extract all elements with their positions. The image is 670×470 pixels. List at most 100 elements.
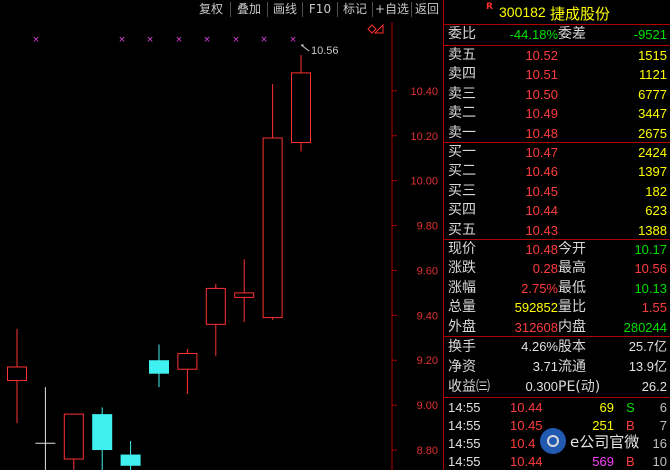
toolbar-draw-line-button[interactable]: 画线 [268, 0, 302, 19]
ask-label: 卖五 [448, 47, 476, 63]
ask-volume: 2675 [638, 125, 667, 141]
candle[interactable] [262, 84, 283, 320]
fundamental-value: 0.300 [525, 379, 558, 394]
quote-label: 今开 [558, 241, 586, 257]
event-marker-icon[interactable]: × [146, 35, 154, 45]
diamond-marker-icon[interactable] [367, 24, 377, 34]
candle[interactable] [234, 259, 255, 323]
y-tick-label: 10.20 [410, 131, 438, 143]
kline-svg[interactable]: 10.40 10.20 10.00 9.80 9.60 9.40 9.20 9.00 8.80 1… [0, 0, 443, 470]
y-tick-label: 9.80 [417, 221, 438, 233]
tick-count: 7 [659, 418, 667, 433]
candle[interactable] [177, 349, 198, 394]
bid-row[interactable]: 买四 10.44 623 [444, 201, 670, 220]
candle-body [262, 137, 283, 319]
candle[interactable] [149, 344, 169, 388]
quote-label: 涨跌 [448, 260, 476, 277]
fundamental-row: 收益㈢ 0.300 PE(动) 26.2 [444, 377, 670, 397]
toolbar-add-watchlist-button[interactable]: +自选 [373, 0, 411, 19]
toolbar-f10-button[interactable]: F10 [303, 0, 337, 19]
commission-diff-label: 委差 [558, 26, 586, 42]
bid-row[interactable]: 买五 10.43 1388 [444, 221, 670, 240]
candle[interactable] [291, 54, 311, 152]
toolbar-overlay-button[interactable]: 叠加 [231, 0, 267, 19]
tick-count: 6 [659, 400, 667, 415]
bid-volume: 1388 [638, 222, 667, 238]
bid-label: 买二 [448, 163, 476, 180]
ask-row[interactable]: 卖一 10.48 2675 [444, 124, 670, 143]
commission-row: 委比 -44.18% 委差 -9521 [444, 24, 670, 45]
quote-label: 量比 [558, 299, 586, 316]
fundamental-label: 收益㈢ [448, 379, 490, 395]
ask-volume: 1515 [638, 48, 667, 63]
tick-volume: 69 [599, 400, 614, 415]
event-marker-icon[interactable]: × [289, 35, 297, 45]
fundamental-label: 净资 [448, 359, 476, 375]
tick-price: 10.4 [510, 436, 536, 451]
tick-direction: S [626, 400, 635, 415]
bid-row[interactable]: 买一 10.47 2424 [444, 143, 670, 162]
event-marker-icon[interactable]: × [232, 35, 240, 45]
commission-ratio-value: -44.18% [509, 27, 558, 42]
event-marker-icon[interactable]: × [32, 35, 40, 45]
bid-row[interactable]: 买二 10.46 1397 [444, 162, 670, 181]
stock-name: 捷成股份 [550, 5, 611, 23]
quote-row: 涨跌 0.28 最高 10.56 [444, 259, 670, 278]
candle-body [63, 413, 84, 460]
y-tick-label: 9.60 [417, 265, 438, 277]
candle[interactable] [205, 283, 226, 356]
bid-volume: 182 [645, 183, 667, 199]
fundamental-value: 4.26% [521, 339, 558, 354]
margin-trading-flag: R [486, 2, 493, 12]
ask-price: 10.49 [525, 106, 558, 122]
toolbar-restore-rights-button[interactable]: 复权 [192, 0, 230, 19]
ask-volume: 3447 [638, 106, 667, 122]
candle[interactable] [63, 413, 84, 470]
candle[interactable] [35, 387, 56, 470]
fundamental-value: 26.2 [641, 379, 667, 394]
toolbar-back-button[interactable]: 返回 [412, 0, 442, 19]
bid-row[interactable]: 买三 10.45 182 [444, 182, 670, 201]
fundamental-row: 换手 4.26% 股本 25.7亿 [444, 337, 670, 357]
fundamental-value: 3.71 [532, 359, 558, 374]
event-marker-icon[interactable]: × [118, 35, 126, 45]
quote-value: 10.17 [634, 242, 667, 257]
stock-code: 300182 [499, 4, 546, 20]
toolbar-mark-button[interactable]: 标记 [338, 0, 372, 19]
watermark-text: e公司官微 [570, 433, 640, 451]
ask-volume: 1121 [639, 67, 667, 83]
candle[interactable] [7, 328, 27, 424]
event-marker-icon[interactable]: × [203, 35, 211, 45]
ask-price: 10.52 [525, 48, 558, 63]
event-marker-icon[interactable]: × [175, 35, 183, 45]
event-marker-icon[interactable]: × [260, 35, 268, 45]
high-annotation-pointer [300, 44, 310, 52]
candle-body [92, 414, 113, 451]
tick-row[interactable]: 14:55 10.44 569 B 10 [444, 453, 670, 470]
bid-price: 10.45 [525, 183, 558, 199]
tick-time: 14:55 [448, 454, 481, 469]
ask-row[interactable]: 卖四 10.51 1121 [444, 65, 670, 84]
tick-price: 10.45 [510, 418, 543, 433]
bid-price: 10.43 [525, 222, 558, 238]
ask-label: 卖二 [448, 105, 476, 122]
candle[interactable] [120, 441, 141, 470]
bid-label: 买三 [448, 182, 476, 199]
quote-value: 280244 [623, 319, 667, 335]
quote-value: 10.13 [634, 280, 667, 296]
bid-price: 10.44 [525, 203, 558, 219]
ask-row[interactable]: 卖五 10.52 1515 [444, 46, 670, 65]
quote-label: 最低 [558, 279, 586, 296]
quote-label: 最高 [558, 260, 586, 277]
kline-chart[interactable]: 10.40 10.20 10.00 9.80 9.60 9.40 9.20 9.00 8.80 1… [0, 0, 443, 470]
quote-label: 外盘 [448, 318, 476, 335]
tick-row[interactable]: 14:55 10.44 69 S 6 [444, 399, 670, 417]
fundamental-label: PE(动) [558, 379, 601, 395]
fundamental-row: 净资 3.71 流通 13.9亿 [444, 357, 670, 377]
ask-row[interactable]: 卖二 10.49 3447 [444, 104, 670, 123]
candle-body [7, 366, 27, 381]
bid-price: 10.46 [525, 164, 558, 180]
ask-row[interactable]: 卖三 10.50 6777 [444, 85, 670, 104]
candle[interactable] [92, 407, 113, 470]
candle-body [205, 287, 226, 325]
